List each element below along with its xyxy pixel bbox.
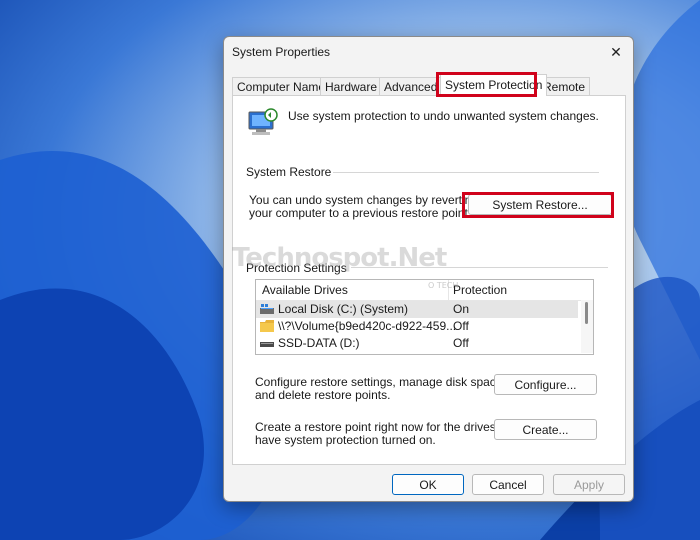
window-title: System Properties: [232, 45, 331, 59]
drive-protection-status: Off: [453, 319, 469, 333]
column-available-drives[interactable]: Available Drives: [262, 283, 348, 297]
folder-icon: [260, 320, 274, 332]
system-restore-button[interactable]: System Restore...: [468, 194, 612, 215]
drive-name: SSD-DATA (D:): [278, 336, 360, 350]
configure-text-2: and delete restore points.: [255, 388, 391, 402]
tab-strip: Computer Name Hardware Advanced System P…: [232, 74, 624, 97]
drives-list[interactable]: Available Drives Protection Local Disk (…: [255, 279, 594, 355]
table-row[interactable]: Local Disk (C:) (System) On: [256, 301, 578, 318]
ok-button[interactable]: OK: [392, 474, 464, 495]
drive-icon: [260, 342, 274, 347]
configure-button[interactable]: Configure...: [494, 374, 597, 395]
drive-protection-status: On: [453, 302, 470, 316]
create-text-1: Create a restore point right now for the…: [255, 420, 520, 434]
system-restore-description-2: your computer to a previous restore poin…: [249, 206, 472, 220]
drives-list-header: Available Drives Protection: [256, 280, 593, 301]
cancel-button[interactable]: Cancel: [472, 474, 544, 495]
watermark: Technospot.Net: [232, 243, 447, 273]
drive-name: \\?\Volume{b9ed420c-d922-459...: [278, 319, 457, 333]
tab-advanced[interactable]: Advanced: [379, 77, 443, 96]
system-restore-description-1: You can undo system changes by reverting: [249, 193, 479, 207]
create-button[interactable]: Create...: [494, 419, 597, 440]
scrollbar-thumb[interactable]: [585, 302, 588, 324]
title-bar[interactable]: System Properties ✕: [224, 37, 633, 67]
system-drive-icon: [260, 304, 274, 314]
apply-button[interactable]: Apply: [553, 474, 625, 495]
watermark-sub: O TECH: [428, 281, 459, 290]
intro-text: Use system protection to undo unwanted s…: [288, 109, 599, 123]
table-row[interactable]: SSD-DATA (D:) Off: [256, 335, 578, 352]
system-restore-heading: System Restore: [246, 165, 332, 179]
column-protection[interactable]: Protection: [453, 283, 507, 297]
table-row[interactable]: \\?\Volume{b9ed420c-d922-459... Off: [256, 318, 578, 335]
create-text-2: have system protection turned on.: [255, 433, 436, 447]
drive-protection-status: Off: [453, 336, 469, 350]
tab-hardware[interactable]: Hardware: [320, 77, 383, 96]
tab-computer-name[interactable]: Computer Name: [232, 77, 331, 96]
tab-system-protection[interactable]: System Protection: [440, 74, 548, 96]
system-protection-panel: Use system protection to undo unwanted s…: [232, 95, 626, 465]
drives-scrollbar[interactable]: [581, 300, 593, 353]
divider: [333, 172, 599, 173]
configure-text-1: Configure restore settings, manage disk …: [255, 375, 506, 389]
system-protection-icon: [248, 108, 278, 135]
drive-name: Local Disk (C:) (System): [278, 302, 409, 316]
close-button[interactable]: ✕: [605, 41, 627, 63]
